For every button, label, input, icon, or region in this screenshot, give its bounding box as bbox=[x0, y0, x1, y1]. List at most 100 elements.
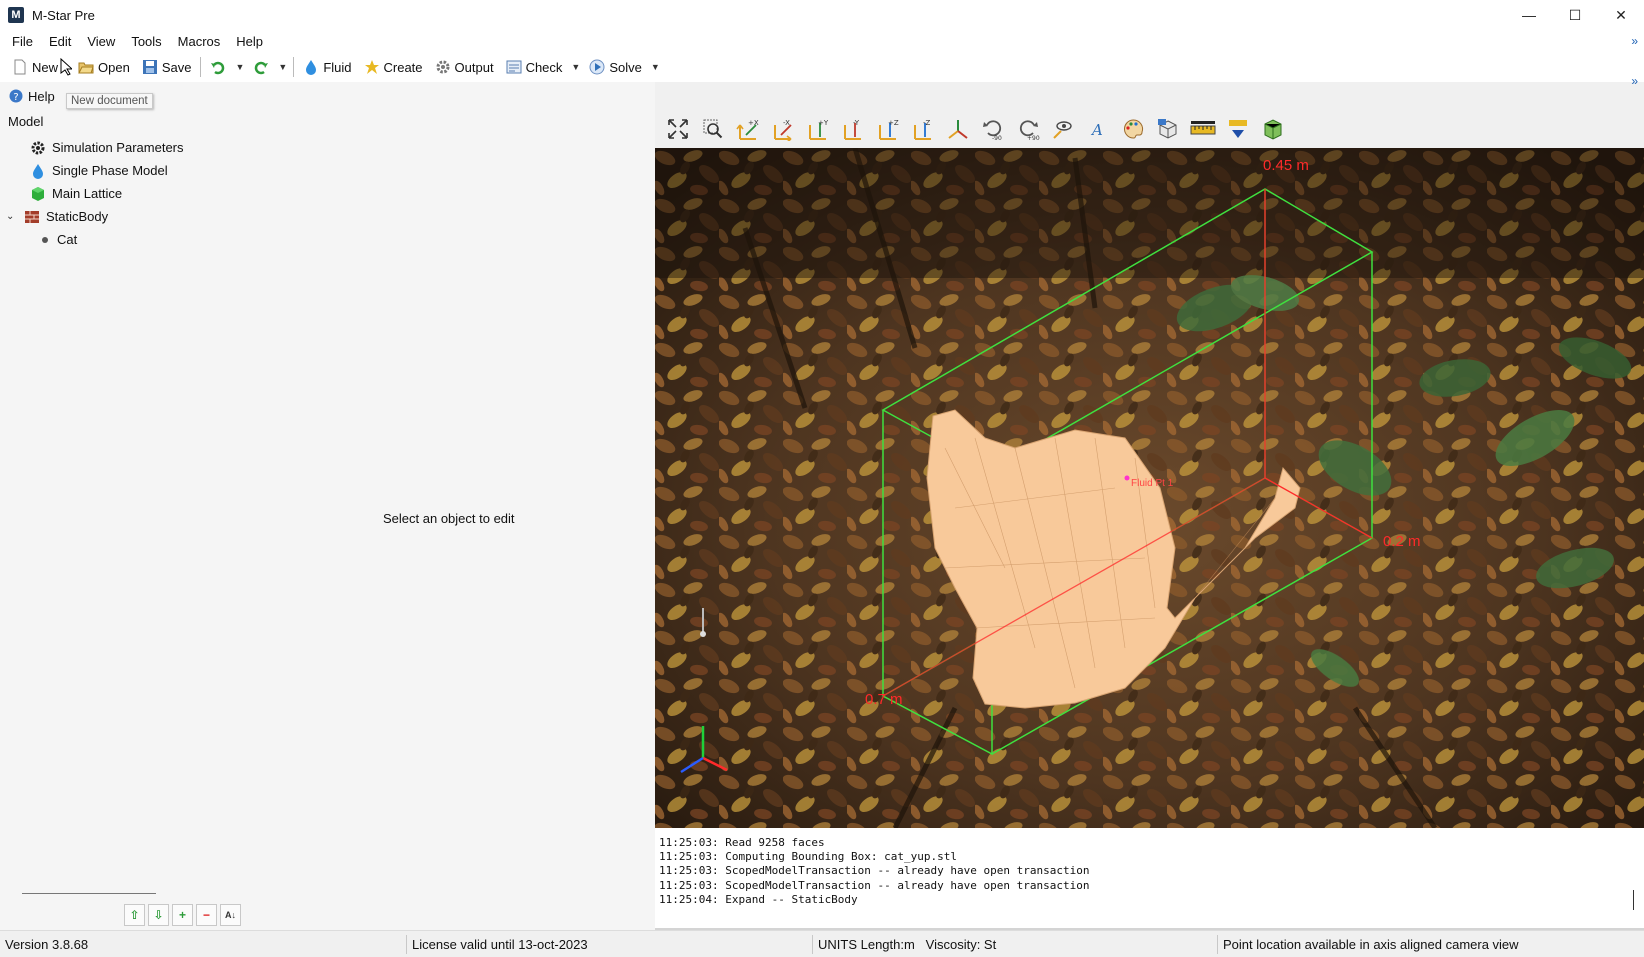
create-star-icon bbox=[364, 60, 379, 74]
open-button-label: Open bbox=[98, 59, 130, 75]
add-button[interactable]: + bbox=[172, 904, 193, 926]
scalar-bar-button[interactable] bbox=[1225, 116, 1251, 142]
view-minus-x-button[interactable]: -X bbox=[770, 116, 796, 142]
text-labels-button[interactable]: A bbox=[1085, 116, 1111, 142]
status-bar: Version 3.8.68 License valid until 13-oc… bbox=[0, 930, 1644, 957]
viewer-area: +X -X +Y -Y +Z -Z -90 +90 A 0.45 m 0.2 m… bbox=[655, 110, 1644, 930]
render-cube-icon bbox=[1158, 119, 1177, 139]
tree-item-cat[interactable]: Cat bbox=[0, 228, 655, 251]
view-isometric-button[interactable] bbox=[945, 116, 971, 142]
check-button[interactable]: Check bbox=[500, 54, 569, 80]
ruler-button[interactable] bbox=[1190, 116, 1216, 142]
create-button[interactable]: Create bbox=[358, 54, 429, 80]
pick-point-button[interactable] bbox=[1050, 116, 1076, 142]
move-up-button[interactable]: ⇧ bbox=[124, 904, 145, 926]
rotate-plus-90-button[interactable]: +90 bbox=[1015, 116, 1041, 142]
solve-button[interactable]: Solve bbox=[583, 54, 648, 80]
view-plus-x-button[interactable]: +X bbox=[735, 116, 761, 142]
green-box-icon bbox=[1264, 119, 1282, 140]
output-button-label: Output bbox=[454, 59, 494, 75]
render-mode-button[interactable] bbox=[1155, 116, 1181, 142]
folder-open-icon bbox=[78, 62, 94, 74]
view-minus-y-button[interactable]: -Y bbox=[840, 116, 866, 142]
view-minus-z-button[interactable]: -Z bbox=[910, 116, 936, 142]
ruler-icon bbox=[1190, 121, 1216, 135]
color-palette-button[interactable] bbox=[1120, 116, 1146, 142]
tree-item-staticbody[interactable]: ⌄ StaticBody bbox=[0, 205, 655, 228]
rotate-left-icon: -90 bbox=[983, 120, 1002, 141]
dot-icon bbox=[42, 236, 48, 243]
output-button[interactable]: Output bbox=[429, 54, 500, 80]
menu-view[interactable]: View bbox=[79, 34, 123, 49]
close-button[interactable]: ✕ bbox=[1598, 0, 1644, 30]
undo-icon bbox=[211, 61, 225, 75]
tree-item-label: Single Phase Model bbox=[52, 163, 168, 178]
svg-text:-X: -X bbox=[783, 119, 790, 127]
menu-overflow-icon[interactable]: » bbox=[1631, 34, 1638, 48]
floppy-disk-icon bbox=[142, 60, 157, 74]
sort-button[interactable]: A↓ bbox=[220, 904, 241, 926]
sort-az-icon: A↓ bbox=[225, 910, 236, 920]
fluid-point-marker bbox=[1124, 475, 1130, 481]
tree-item-main-lattice[interactable]: Main Lattice bbox=[0, 182, 655, 205]
log-scrollbar[interactable] bbox=[1633, 890, 1634, 910]
dim-label-right: 0.2 m bbox=[1383, 533, 1421, 550]
view-plus-z-button[interactable]: +Z bbox=[875, 116, 901, 142]
view-plus-x-icon: +X bbox=[736, 119, 759, 140]
maximize-button[interactable]: ☐ bbox=[1552, 0, 1598, 30]
tree-item-label: Simulation Parameters bbox=[52, 140, 184, 155]
minimize-button[interactable]: — bbox=[1506, 0, 1552, 30]
redo-button[interactable] bbox=[247, 54, 275, 80]
save-button[interactable]: Save bbox=[136, 54, 198, 80]
remove-button[interactable]: − bbox=[196, 904, 217, 926]
rotate-minus-90-button[interactable]: -90 bbox=[980, 116, 1006, 142]
new-document-icon bbox=[14, 59, 26, 75]
menu-tools[interactable]: Tools bbox=[123, 34, 169, 49]
view-plus-y-button[interactable]: +Y bbox=[805, 116, 831, 142]
tooltip: New document bbox=[66, 93, 153, 109]
box-view-button[interactable] bbox=[1260, 116, 1286, 142]
redo-dropdown-chevron-down-icon[interactable]: ▼ bbox=[275, 62, 290, 72]
view-minus-x-icon: -X bbox=[774, 119, 792, 141]
units-status: UNITS Length:m Viscosity: St bbox=[818, 937, 997, 952]
gear-icon bbox=[436, 60, 450, 74]
model-section-title: Model bbox=[8, 114, 44, 129]
empty-properties-message: Select an object to edit bbox=[383, 511, 515, 526]
chevron-down-icon[interactable]: ⌄ bbox=[6, 211, 18, 222]
tree-item-single-phase-model[interactable]: Single Phase Model bbox=[0, 159, 655, 182]
tree-item-label: StaticBody bbox=[46, 209, 109, 224]
zoom-icon bbox=[703, 119, 723, 139]
minus-icon: − bbox=[202, 908, 210, 922]
tree-item-simulation-parameters[interactable]: Simulation Parameters bbox=[0, 136, 655, 159]
help-link[interactable]: ? Help bbox=[8, 88, 55, 104]
toolbar-overflow-icon[interactable]: » bbox=[1631, 74, 1638, 88]
fit-all-button[interactable] bbox=[665, 116, 691, 142]
dim-label-top: 0.45 m bbox=[1263, 157, 1309, 174]
menu-edit[interactable]: Edit bbox=[41, 34, 79, 49]
hint-status: Point location available in axis aligned… bbox=[1223, 937, 1519, 952]
arrow-down-icon: ⇩ bbox=[153, 908, 164, 922]
expand-arrows-icon bbox=[668, 119, 688, 139]
svg-text:+Z: +Z bbox=[888, 119, 899, 127]
menu-file[interactable]: File bbox=[4, 34, 41, 49]
menu-help[interactable]: Help bbox=[228, 34, 271, 49]
log-line: 11:25:03: Computing Bounding Box: cat_yu… bbox=[659, 850, 958, 864]
svg-text:+90: +90 bbox=[1027, 135, 1040, 141]
undo-dropdown-chevron-down-icon[interactable]: ▼ bbox=[232, 62, 247, 72]
fluid-button[interactable]: Fluid bbox=[297, 54, 357, 80]
splitter-handle[interactable] bbox=[22, 893, 156, 894]
zoom-box-button[interactable] bbox=[700, 116, 726, 142]
fluid-point-label: Fluid Pt 1 bbox=[1131, 478, 1174, 489]
redo-icon bbox=[255, 61, 269, 75]
check-dropdown-chevron-down-icon[interactable]: ▼ bbox=[568, 62, 583, 72]
open-button[interactable]: Open bbox=[72, 54, 136, 80]
menu-macros[interactable]: Macros bbox=[170, 34, 229, 49]
message-log[interactable]: 11:25:03: Read 9258 faces 11:25:03: Comp… bbox=[655, 828, 1644, 930]
undo-button[interactable] bbox=[204, 54, 232, 80]
create-button-label: Create bbox=[383, 59, 423, 75]
3d-viewport[interactable]: 0.45 m 0.2 m 0.7 m Fluid Pt 1 bbox=[655, 148, 1644, 828]
save-button-label: Save bbox=[161, 59, 192, 75]
move-down-button[interactable]: ⇩ bbox=[148, 904, 169, 926]
tree-item-label: Cat bbox=[57, 232, 78, 247]
solve-dropdown-chevron-down-icon[interactable]: ▼ bbox=[648, 62, 663, 72]
